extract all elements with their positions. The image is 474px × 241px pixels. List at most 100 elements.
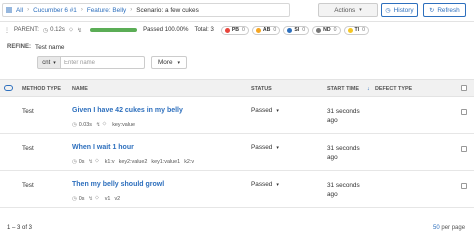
breadcrumb-feature[interactable]: Feature: Belly [87, 7, 126, 14]
badge-code: PB [231, 27, 240, 33]
status-dropdown[interactable]: Passed ▾ [251, 144, 279, 151]
table-header: METHOD TYPE NAME STATUS START TIME ↓ DEF… [0, 79, 474, 97]
rerun-icon: ↯ [88, 195, 93, 202]
defect-badge[interactable]: ND 0 [312, 25, 341, 35]
per-page-label: per page [441, 225, 466, 231]
status-dropdown[interactable]: Passed ▾ [251, 107, 279, 114]
defect-badge[interactable]: PB 0 [220, 25, 249, 35]
start-time: 31 seconds ago [327, 145, 360, 162]
breadcrumb-scenario: Scenario: a few cukes [136, 6, 199, 14]
clock-icon: ◷ [42, 27, 49, 34]
parent-label: PARENT: [14, 27, 39, 33]
refresh-button[interactable]: ↻ Refresh [423, 3, 466, 17]
item-duration: 0.03s [78, 121, 92, 128]
defect-dot-icon [316, 27, 322, 33]
row-checkbox[interactable] [461, 183, 467, 189]
header-defect-type[interactable]: DEFECT TYPE [375, 86, 412, 92]
expand-toggle-icon[interactable] [4, 85, 13, 91]
item-meta: ◷ 0s ↯ ⬦ v1 v2 [72, 195, 120, 202]
item-name-link[interactable]: When I wait 1 hour [72, 144, 134, 151]
badge-code: ND [323, 27, 331, 33]
attribute-tag[interactable]: key1:value1 [151, 159, 180, 165]
badge-code: TI [354, 27, 360, 33]
breadcrumb-launch[interactable]: Cucumber 6 #1 [33, 7, 77, 14]
method-type: Test [22, 182, 34, 189]
refresh-icon: ↻ [429, 7, 435, 14]
chevron-down-icon: ▾ [177, 59, 181, 66]
refine-field-label: Test name [35, 44, 65, 51]
tag-icon: ⬦ [94, 158, 99, 164]
defect-dot-icon [347, 27, 353, 33]
status-value: Passed [251, 144, 273, 151]
tag-icon: ⬦ [94, 195, 99, 201]
defect-badges: PB 0 AB 0 SI 0 ND 0 TI 0 [218, 25, 370, 35]
defect-dot-icon [287, 27, 293, 33]
badge-count: 0 [302, 27, 306, 33]
defect-dot-icon [224, 27, 230, 33]
badge-count: 0 [362, 27, 366, 33]
more-filters-button[interactable]: More ▾ [151, 56, 187, 69]
start-time: 31 seconds ago [327, 108, 360, 125]
total-count: Total: 3 [194, 27, 214, 33]
row-checkbox[interactable] [461, 146, 467, 152]
actions-button[interactable]: Actions ▾ [318, 3, 378, 17]
duration: 0.12s [50, 27, 65, 33]
attribute-tag[interactable]: v2 [114, 196, 120, 202]
rerun-icon: ↯ [88, 158, 93, 165]
more-label: More [157, 59, 173, 66]
attributes-icon: ⬦ [68, 26, 74, 33]
rerun-icon: ↯ [77, 27, 83, 34]
chevron-down-icon: ▾ [359, 7, 362, 13]
table-row[interactable]: Test Then my belly should growl ◷ 0s ↯ ⬦ v1 v2 P… [0, 171, 474, 208]
clock-icon: ◷ [72, 195, 77, 202]
parent-icon: ⋮ [4, 27, 10, 34]
badge-count: 0 [273, 27, 277, 33]
status-dropdown[interactable]: Passed ▾ [251, 181, 279, 188]
status-value: Passed [251, 107, 273, 114]
header-status[interactable]: STATUS [251, 86, 272, 92]
item-duration: 0s [78, 158, 85, 165]
item-name-link[interactable]: Then my belly should growl [72, 181, 164, 188]
method-type: Test [22, 145, 34, 152]
history-label: History [393, 6, 414, 14]
attribute-tag[interactable]: k2:v [184, 159, 194, 165]
badge-count: 0 [333, 27, 337, 33]
header-start-time[interactable]: START TIME [327, 86, 359, 92]
pagination-range: 1 – 3 of 3 [7, 225, 33, 231]
condition-select[interactable]: cnt ▾ [37, 56, 61, 69]
item-duration: 0s [78, 195, 85, 202]
list-icon[interactable] [6, 7, 12, 13]
item-meta: ◷ 0s ↯ ⬦ k1:v key2:value2 key1:value1 k2:v [72, 158, 194, 165]
tag-icon: ⬦ [102, 121, 107, 127]
chevron-right-icon: › [80, 7, 83, 13]
condition-value: cnt [42, 59, 51, 66]
attribute-tag[interactable]: key2:value2 [119, 159, 148, 165]
table-row[interactable]: Test Given I have 42 cukes in my belly ◷ 0.… [0, 97, 474, 134]
history-button[interactable]: ◷ History [381, 3, 418, 17]
attribute-tag[interactable]: key:value [112, 122, 135, 128]
chevron-right-icon: › [130, 7, 133, 13]
attribute-tag[interactable]: v1 [105, 196, 111, 202]
header-name[interactable]: NAME [72, 86, 88, 92]
defect-badge[interactable]: TI 0 [343, 25, 370, 35]
row-checkbox[interactable] [461, 109, 467, 115]
chevron-down-icon: ▾ [276, 145, 279, 151]
item-name-link[interactable]: Given I have 42 cukes in my belly [72, 107, 183, 114]
defect-badge[interactable]: AB 0 [251, 25, 281, 35]
page-size-select[interactable]: 50 [433, 225, 440, 231]
breadcrumb-all[interactable]: All [16, 7, 23, 14]
select-all-checkbox[interactable] [461, 85, 467, 91]
passed-percent: Passed 100.00% [143, 27, 189, 33]
attribute-tag[interactable]: k1:v [105, 159, 115, 165]
defect-badge[interactable]: SI 0 [283, 25, 310, 35]
table-row[interactable]: Test When I wait 1 hour ◷ 0s ↯ ⬦ k1:v key2:valu… [0, 134, 474, 171]
name-filter-input[interactable] [61, 56, 145, 69]
item-meta: ◷ 0.03s ↯ ⬦ key:value [72, 121, 135, 128]
rerun-icon: ↯ [95, 121, 101, 128]
sort-arrow-icon[interactable]: ↓ [367, 86, 370, 92]
refresh-label: Refresh [437, 6, 460, 14]
header-method-type[interactable]: METHOD TYPE [22, 86, 61, 92]
chevron-right-icon: › [27, 7, 30, 13]
badge-count: 0 [242, 27, 245, 33]
refine-label: REFINE: [7, 44, 31, 50]
